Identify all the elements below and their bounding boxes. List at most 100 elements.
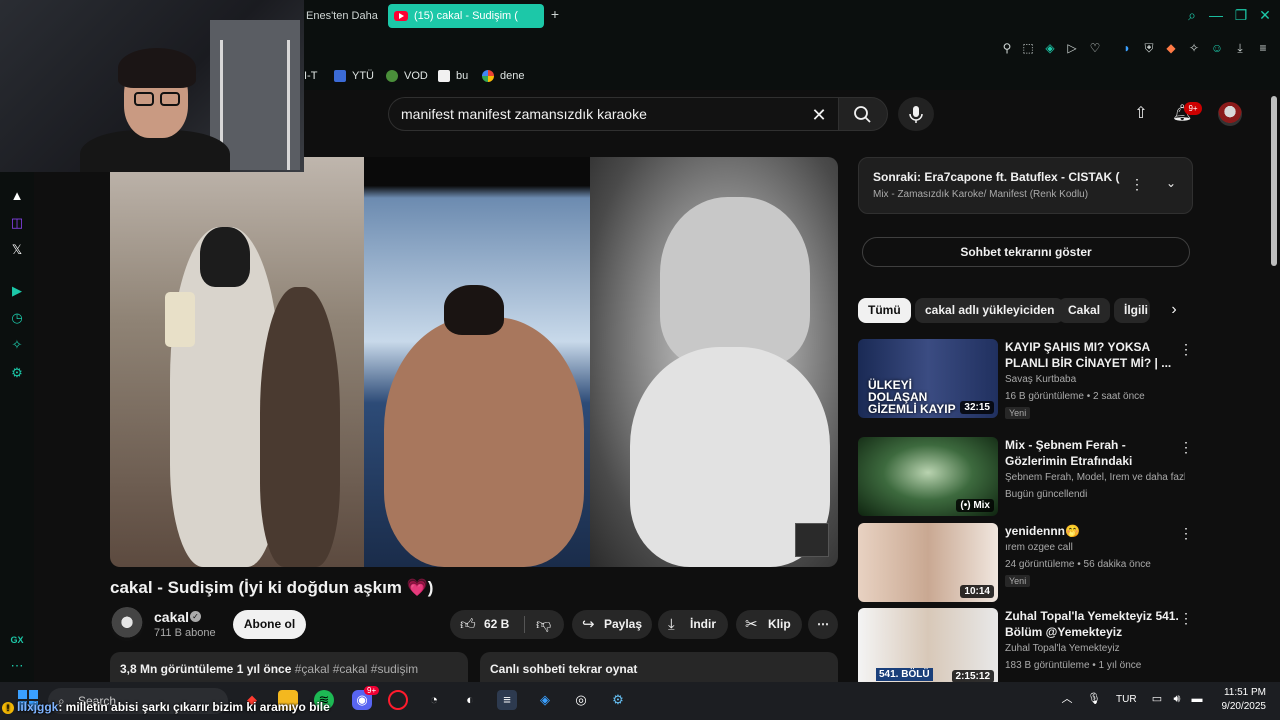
bookmark-ytu[interactable]: YTÜ xyxy=(334,68,374,84)
view-count: 3,8 Mn görüntüleme xyxy=(120,662,234,676)
bookmark-vod[interactable]: VOD xyxy=(386,68,428,84)
bookmark-label: dene xyxy=(500,70,525,82)
child-face-shape xyxy=(660,197,810,367)
obs-icon[interactable]: ◎ xyxy=(571,690,591,710)
dislike-button[interactable]: 👎︎ xyxy=(526,610,564,639)
account-avatar[interactable] xyxy=(1218,102,1242,126)
chip-all[interactable]: Tümü xyxy=(858,298,911,323)
voice-search-button[interactable] xyxy=(898,97,934,131)
history-icon[interactable]: ◷ xyxy=(9,310,25,326)
extension-pin-icon[interactable]: ⚲ xyxy=(1000,41,1014,55)
tab-previous[interactable]: Enes'ten Daha xyxy=(300,4,384,28)
profile-icon[interactable]: ☺ xyxy=(1210,41,1224,55)
windows-logo-icon xyxy=(29,690,38,699)
recommendation-thumbnail[interactable]: 10:14 xyxy=(858,523,998,602)
page-scrollbar[interactable] xyxy=(1271,96,1277,266)
share-button[interactable]: ↪ Paylaş xyxy=(572,610,652,639)
minimize-icon[interactable]: — xyxy=(1207,6,1225,24)
extension-heart-icon[interactable]: ♡ xyxy=(1088,41,1102,55)
chevron-right-icon[interactable]: › xyxy=(1164,300,1184,320)
tray-chevron-up-icon[interactable]: ︿ xyxy=(1060,692,1074,706)
app-icon[interactable]: ◈ xyxy=(535,690,555,710)
tab-active-youtube[interactable]: (15) cakal - Sudişim ( xyxy=(388,4,544,28)
steam-icon[interactable]: ⚙ xyxy=(608,690,628,710)
audio-app-icon[interactable]: ≡ xyxy=(497,690,517,710)
opera-gx-icon[interactable]: ◔ xyxy=(424,690,444,710)
chip-cakal[interactable]: Cakal xyxy=(1058,298,1111,323)
tray-volume-icon[interactable]: 🔊︎ xyxy=(1170,692,1184,706)
restore-icon[interactable]: ❐ xyxy=(1232,6,1250,24)
show-chat-replay-button[interactable]: Sohbet tekrarını göster xyxy=(862,237,1190,267)
upload-icon[interactable]: ⇧ xyxy=(1131,104,1151,124)
chip-from-uploader[interactable]: cakal adlı yükleyiciden xyxy=(915,298,1065,323)
bookmark-bu[interactable]: bu xyxy=(438,68,468,84)
recommendation-thumbnail[interactable]: 541. BÖLÜ 2:15:12 xyxy=(858,608,998,687)
settings-icon[interactable]: ⚙ xyxy=(9,365,25,381)
download-icon[interactable]: ⤓ xyxy=(1233,41,1247,55)
more-vert-icon[interactable]: ⋮ xyxy=(1178,439,1194,455)
up-next-more-icon[interactable]: ⋮ xyxy=(1129,176,1145,192)
download-button[interactable]: ⤓ İndir xyxy=(658,610,728,639)
subscribe-button[interactable]: Abone ol xyxy=(233,610,306,639)
input-language[interactable]: TUR xyxy=(1116,694,1137,705)
recommendation-thumbnail[interactable]: ÜLKEYİ DOLAŞAN GİZEMLİ KAYIP 32:15 xyxy=(858,339,998,418)
gx-sidebar: ▲ ◫ 𝕏 ▶ ◷ ✧ ⚙ GX ⋯ xyxy=(0,170,34,685)
person-shape xyxy=(260,287,340,567)
ladder-shape xyxy=(220,40,290,170)
more-vert-icon[interactable]: ⋮ xyxy=(1178,525,1194,541)
more-actions-button[interactable]: ⋯ xyxy=(808,610,838,639)
aria-icon[interactable]: ▲ xyxy=(9,188,25,204)
chevron-down-icon[interactable]: ⌄ xyxy=(1163,176,1179,192)
more-sidebar-icon[interactable]: ⋯ xyxy=(9,658,25,674)
extension-fox-icon[interactable]: ◆ xyxy=(1164,41,1178,55)
video-frame-panel-middle xyxy=(364,157,590,567)
close-window-icon[interactable]: ✕ xyxy=(1256,6,1274,24)
extension-capture-icon[interactable]: ⬚ xyxy=(1021,41,1035,55)
extension-audio-icon[interactable]: ◗ xyxy=(1120,41,1134,55)
search-button[interactable] xyxy=(838,97,888,131)
tray-network-icon[interactable]: ▭ xyxy=(1150,692,1164,706)
menu-icon[interactable]: ≡ xyxy=(1256,41,1270,55)
extensions-icon[interactable]: ✧ xyxy=(9,337,25,353)
recommendation-channel: ırem ozgee call xyxy=(1005,542,1073,553)
hashtags[interactable]: #çakal #cakal #sudişim xyxy=(295,662,418,676)
recommendation-item[interactable]: ÜLKEYİ DOLAŞAN GİZEMLİ KAYIP 32:15 KAYIP… xyxy=(858,339,1258,419)
like-button[interactable]: 👍︎ 62 B xyxy=(450,610,524,639)
extension-adblock-icon[interactable]: ⛨ xyxy=(1142,41,1156,55)
video-frame-panel-left xyxy=(110,157,364,567)
opera-icon[interactable] xyxy=(388,690,408,710)
up-next-card[interactable]: Sonraki: Era7capone ft. Batuflex - CISTA… xyxy=(858,157,1193,214)
tray-battery-icon[interactable]: ▬ xyxy=(1190,692,1204,706)
new-tab-button[interactable]: + xyxy=(548,7,562,21)
divider xyxy=(524,616,525,633)
phone-shape xyxy=(165,292,195,347)
search-input[interactable] xyxy=(401,98,801,130)
chip-related[interactable]: İlgili xyxy=(1114,298,1150,323)
more-vert-icon[interactable]: ⋮ xyxy=(1178,610,1194,626)
more-vert-icon[interactable]: ⋮ xyxy=(1178,341,1194,357)
clock-time[interactable]: 11:51 PM xyxy=(1216,687,1266,698)
x-twitter-icon[interactable]: 𝕏 xyxy=(9,242,25,258)
recommendation-item[interactable]: 541. BÖLÜ 2:15:12 Zuhal Topal'la Yemekte… xyxy=(858,608,1258,688)
channel-avatar[interactable] xyxy=(110,607,144,641)
player-icon[interactable]: ▶ xyxy=(9,283,25,299)
browser-search-icon[interactable]: ⌕ xyxy=(1183,6,1201,24)
channel-name[interactable]: cakal xyxy=(154,609,189,625)
tray-microphone-icon[interactable]: 🎙︎ xyxy=(1087,692,1101,706)
recommendation-item[interactable]: (•) Mix Mix - Şebnem Ferah - Gözlerimin … xyxy=(858,437,1258,517)
recommendation-item[interactable]: 10:14 yenidennn🤭 ırem ozgee call 24 görü… xyxy=(858,523,1258,603)
recommendation-thumbnail[interactable]: (•) Mix xyxy=(858,437,998,516)
bookmark-dene[interactable]: dene xyxy=(482,68,524,84)
clock-date[interactable]: 9/20/2025 xyxy=(1206,701,1267,712)
thumbs-down-icon: 👎︎ xyxy=(536,616,552,633)
twitch-icon[interactable]: ◫ xyxy=(9,215,25,231)
app-icon[interactable]: ◐ xyxy=(460,690,480,710)
thumbnail-text: ÜLKEYİ DOLAŞAN GİZEMLİ KAYIP xyxy=(868,378,956,416)
extensions-puzzle-icon[interactable]: ✧ xyxy=(1187,41,1201,55)
youtube-favicon-icon xyxy=(394,11,408,21)
extension-play-icon[interactable]: ▷ xyxy=(1065,41,1079,55)
video-player[interactable] xyxy=(110,157,838,567)
clear-search-icon[interactable]: ✕ xyxy=(809,105,829,125)
extension-shield-icon[interactable]: ◈ xyxy=(1043,41,1057,55)
clip-button[interactable]: ✂ Klip xyxy=(736,610,802,639)
